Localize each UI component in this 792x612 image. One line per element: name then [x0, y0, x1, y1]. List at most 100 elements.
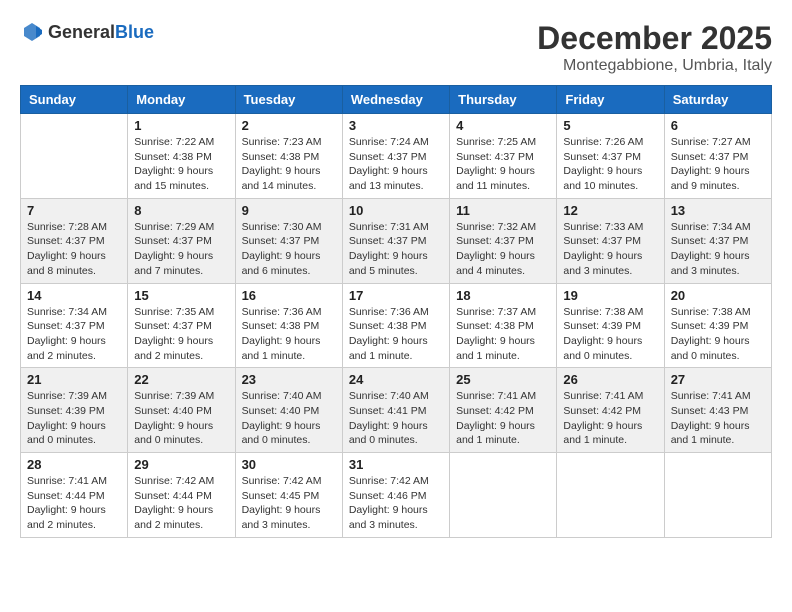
- day-number: 11: [456, 203, 550, 218]
- calendar-week-row: 21 Sunrise: 7:39 AMSunset: 4:39 PMDayligh…: [21, 368, 772, 453]
- day-info: Sunrise: 7:40 AMSunset: 4:40 PMDaylight:…: [242, 389, 336, 448]
- day-number: 26: [563, 372, 657, 387]
- logo-icon: [20, 20, 44, 44]
- calendar-cell: 27 Sunrise: 7:41 AMSunset: 4:43 PMDayligh…: [664, 368, 771, 453]
- day-number: 20: [671, 288, 765, 303]
- weekday-header-tuesday: Tuesday: [235, 86, 342, 114]
- day-info: Sunrise: 7:26 AMSunset: 4:37 PMDaylight:…: [563, 135, 657, 194]
- day-number: 21: [27, 372, 121, 387]
- title-area: December 2025 Montegabbione, Umbria, Ita…: [537, 20, 772, 75]
- weekday-header-thursday: Thursday: [450, 86, 557, 114]
- calendar-cell: 25Sunrise: 7:41 AMSunset: 4:42 PMDayligh…: [450, 368, 557, 453]
- calendar-cell: 1Sunrise: 7:22 AMSunset: 4:38 PMDaylight…: [128, 114, 235, 199]
- calendar-cell: 29 Sunrise: 7:42 AMSunset: 4:44 PMDayligh…: [128, 453, 235, 538]
- calendar-cell: [21, 114, 128, 199]
- calendar-cell: 8 Sunrise: 7:29 AMSunset: 4:37 PMDaylight…: [128, 198, 235, 283]
- calendar-cell: [557, 453, 664, 538]
- calendar-cell: [450, 453, 557, 538]
- day-info: Sunrise: 7:36 AMSunset: 4:38 PMDaylight:…: [242, 305, 336, 364]
- day-info: Sunrise: 7:28 AMSunset: 4:37 PMDaylight:…: [27, 220, 121, 279]
- day-number: 22: [134, 372, 228, 387]
- day-info: Sunrise: 7:42 AMSunset: 4:45 PMDaylight:…: [242, 474, 336, 533]
- day-info: Sunrise: 7:35 AMSunset: 4:37 PMDaylight:…: [134, 305, 228, 364]
- calendar-week-row: 7 Sunrise: 7:28 AMSunset: 4:37 PMDaylight…: [21, 198, 772, 283]
- day-info: Sunrise: 7:39 AMSunset: 4:40 PMDaylight:…: [134, 389, 228, 448]
- day-info: Sunrise: 7:41 AMSunset: 4:44 PMDaylight:…: [27, 474, 121, 533]
- calendar-cell: 3 Sunrise: 7:24 AMSunset: 4:37 PMDaylight…: [342, 114, 449, 199]
- day-number: 27: [671, 372, 765, 387]
- calendar-cell: 12 Sunrise: 7:33 AMSunset: 4:37 PMDayligh…: [557, 198, 664, 283]
- calendar-cell: 30 Sunrise: 7:42 AMSunset: 4:45 PMDayligh…: [235, 453, 342, 538]
- day-number: 17: [349, 288, 443, 303]
- calendar-cell: 28Sunrise: 7:41 AMSunset: 4:44 PMDayligh…: [21, 453, 128, 538]
- calendar-cell: 16 Sunrise: 7:36 AMSunset: 4:38 PMDayligh…: [235, 283, 342, 368]
- calendar-cell: 6 Sunrise: 7:27 AMSunset: 4:37 PMDaylight…: [664, 114, 771, 199]
- day-number: 29: [134, 457, 228, 472]
- day-number: 16: [242, 288, 336, 303]
- weekday-header-sunday: Sunday: [21, 86, 128, 114]
- logo-text-general: General: [48, 22, 115, 42]
- day-info: Sunrise: 7:22 AMSunset: 4:38 PMDaylight:…: [134, 135, 228, 194]
- day-number: 3: [349, 118, 443, 133]
- day-number: 9: [242, 203, 336, 218]
- weekday-header-row: SundayMondayTuesdayWednesdayThursdayFrid…: [21, 86, 772, 114]
- day-number: 10: [349, 203, 443, 218]
- day-info: Sunrise: 7:41 AMSunset: 4:43 PMDaylight:…: [671, 389, 765, 448]
- day-number: 7: [27, 203, 121, 218]
- day-info: Sunrise: 7:39 AMSunset: 4:39 PMDaylight:…: [27, 389, 121, 448]
- day-info: Sunrise: 7:33 AMSunset: 4:37 PMDaylight:…: [563, 220, 657, 279]
- day-info: Sunrise: 7:42 AMSunset: 4:44 PMDaylight:…: [134, 474, 228, 533]
- calendar-cell: 18 Sunrise: 7:37 AMSunset: 4:38 PMDayligh…: [450, 283, 557, 368]
- day-info: Sunrise: 7:38 AMSunset: 4:39 PMDaylight:…: [563, 305, 657, 364]
- day-info: Sunrise: 7:32 AMSunset: 4:37 PMDaylight:…: [456, 220, 550, 279]
- day-number: 23: [242, 372, 336, 387]
- day-info: Sunrise: 7:27 AMSunset: 4:37 PMDaylight:…: [671, 135, 765, 194]
- month-title: December 2025: [537, 20, 772, 57]
- day-number: 8: [134, 203, 228, 218]
- day-info: Sunrise: 7:29 AMSunset: 4:37 PMDaylight:…: [134, 220, 228, 279]
- day-info: Sunrise: 7:34 AMSunset: 4:37 PMDaylight:…: [671, 220, 765, 279]
- calendar-cell: 2Sunrise: 7:23 AMSunset: 4:38 PMDaylight…: [235, 114, 342, 199]
- calendar-cell: 17 Sunrise: 7:36 AMSunset: 4:38 PMDayligh…: [342, 283, 449, 368]
- day-number: 2: [242, 118, 336, 133]
- day-number: 18: [456, 288, 550, 303]
- calendar-cell: 11 Sunrise: 7:32 AMSunset: 4:37 PMDayligh…: [450, 198, 557, 283]
- calendar-cell: 19 Sunrise: 7:38 AMSunset: 4:39 PMDayligh…: [557, 283, 664, 368]
- day-number: 5: [563, 118, 657, 133]
- calendar-cell: 15 Sunrise: 7:35 AMSunset: 4:37 PMDayligh…: [128, 283, 235, 368]
- calendar-week-row: 28Sunrise: 7:41 AMSunset: 4:44 PMDayligh…: [21, 453, 772, 538]
- calendar-cell: 10Sunrise: 7:31 AMSunset: 4:37 PMDayligh…: [342, 198, 449, 283]
- day-info: Sunrise: 7:40 AMSunset: 4:41 PMDaylight:…: [349, 389, 443, 448]
- day-info: Sunrise: 7:41 AMSunset: 4:42 PMDaylight:…: [563, 389, 657, 448]
- day-number: 13: [671, 203, 765, 218]
- day-info: Sunrise: 7:25 AMSunset: 4:37 PMDaylight:…: [456, 135, 550, 194]
- calendar-cell: 20 Sunrise: 7:38 AMSunset: 4:39 PMDayligh…: [664, 283, 771, 368]
- day-info: Sunrise: 7:34 AMSunset: 4:37 PMDaylight:…: [27, 305, 121, 364]
- calendar-cell: 31Sunrise: 7:42 AMSunset: 4:46 PMDayligh…: [342, 453, 449, 538]
- day-number: 12: [563, 203, 657, 218]
- weekday-header-wednesday: Wednesday: [342, 86, 449, 114]
- day-info: Sunrise: 7:24 AMSunset: 4:37 PMDaylight:…: [349, 135, 443, 194]
- day-number: 30: [242, 457, 336, 472]
- calendar-cell: 24Sunrise: 7:40 AMSunset: 4:41 PMDayligh…: [342, 368, 449, 453]
- calendar: SundayMondayTuesdayWednesdayThursdayFrid…: [20, 85, 772, 538]
- day-info: Sunrise: 7:38 AMSunset: 4:39 PMDaylight:…: [671, 305, 765, 364]
- calendar-cell: 7 Sunrise: 7:28 AMSunset: 4:37 PMDaylight…: [21, 198, 128, 283]
- day-number: 14: [27, 288, 121, 303]
- logo: GeneralBlue: [20, 20, 154, 44]
- logo-text-blue: Blue: [115, 22, 154, 42]
- calendar-cell: 5 Sunrise: 7:26 AMSunset: 4:37 PMDaylight…: [557, 114, 664, 199]
- weekday-header-monday: Monday: [128, 86, 235, 114]
- day-number: 6: [671, 118, 765, 133]
- weekday-header-saturday: Saturday: [664, 86, 771, 114]
- day-info: Sunrise: 7:37 AMSunset: 4:38 PMDaylight:…: [456, 305, 550, 364]
- calendar-cell: 22 Sunrise: 7:39 AMSunset: 4:40 PMDayligh…: [128, 368, 235, 453]
- calendar-week-row: 14 Sunrise: 7:34 AMSunset: 4:37 PMDayligh…: [21, 283, 772, 368]
- calendar-cell: [664, 453, 771, 538]
- header: GeneralBlue December 2025 Montegabbione,…: [20, 20, 772, 75]
- day-number: 15: [134, 288, 228, 303]
- calendar-cell: 21 Sunrise: 7:39 AMSunset: 4:39 PMDayligh…: [21, 368, 128, 453]
- day-info: Sunrise: 7:36 AMSunset: 4:38 PMDaylight:…: [349, 305, 443, 364]
- day-info: Sunrise: 7:30 AMSunset: 4:37 PMDaylight:…: [242, 220, 336, 279]
- day-number: 19: [563, 288, 657, 303]
